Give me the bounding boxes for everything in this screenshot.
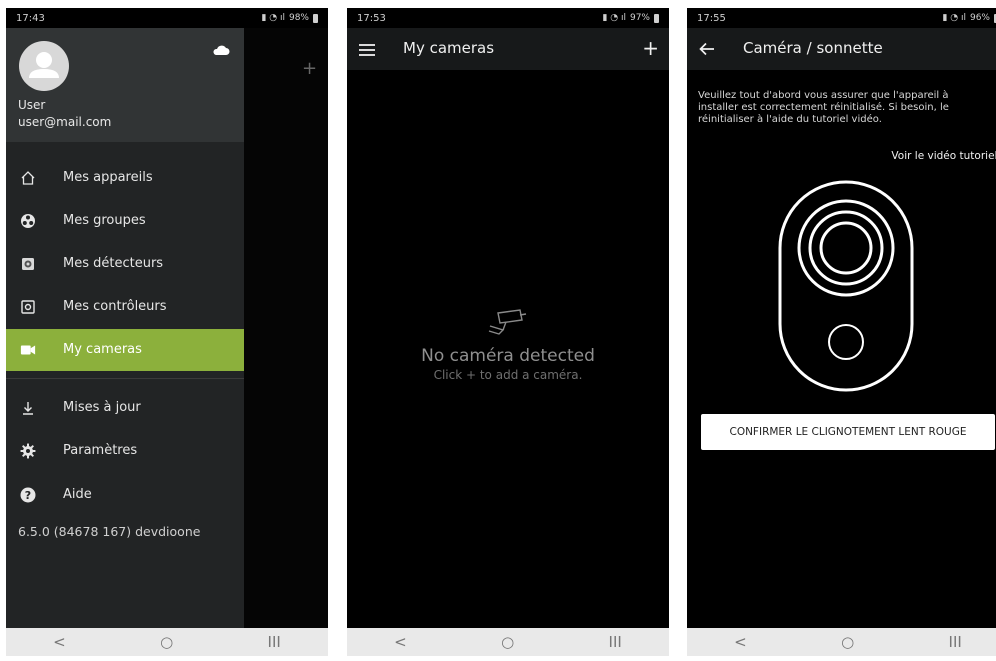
reset-instructions: Veuillez tout d'abord vous assurer que l… (698, 90, 949, 125)
signal-icon: ▮ ◔ ıl (602, 13, 626, 23)
android-nav-bar: < ○ III (6, 628, 328, 656)
app-bar: My cameras + (347, 28, 669, 70)
status-icons: ▮ ◔ ıl 97% (602, 13, 659, 23)
status-icons: ▮ ◔ ıl 98% (261, 13, 318, 23)
battery-icon (654, 13, 659, 23)
nav-home-button[interactable]: ○ (160, 633, 173, 651)
nav-back-button[interactable]: < (394, 633, 407, 651)
menu-item-label: Mes appareils (63, 170, 153, 185)
download-icon (20, 400, 36, 416)
empty-state: No caméra detected Click + to add a camé… (347, 308, 669, 382)
status-bar: 17:53 ▮ ◔ ıl 97% (347, 8, 669, 28)
status-time: 17:55 (697, 12, 726, 24)
battery-level: 96% (969, 13, 990, 23)
menu-item-label: Paramètres (63, 443, 138, 458)
home-icon (20, 170, 36, 186)
back-arrow-icon[interactable] (699, 41, 715, 60)
setup-content: Veuillez tout d'abord vous assurer que l… (687, 70, 996, 628)
menu-item-mises-a-jour[interactable]: Mises à jour (6, 387, 244, 429)
hamburger-menu-icon[interactable] (359, 42, 375, 61)
nav-recents-button[interactable]: III (609, 633, 622, 651)
app-version: 6.5.0 (84678 167) devdioone (18, 524, 201, 539)
signal-icon: ▮ ◔ ıl (942, 13, 966, 23)
menu-item-mes-groupes[interactable]: Mes groupes (6, 200, 244, 242)
nav-home-button[interactable]: ○ (501, 633, 514, 651)
camera-icon (20, 342, 36, 358)
add-camera-button[interactable]: + (642, 36, 659, 60)
cctv-camera-icon (488, 309, 527, 335)
menu-item-mes-controleurs[interactable]: Mes contrôleurs (6, 286, 244, 328)
video-tutorial-label: Voir le vidéo tutoriel (891, 150, 996, 162)
gear-icon (20, 443, 36, 459)
battery-level: 98% (288, 13, 309, 23)
nav-back-button[interactable]: < (734, 633, 747, 651)
nav-back-button[interactable]: < (53, 633, 66, 651)
menu-item-aide[interactable]: ? Aide (6, 474, 244, 516)
menu-divider (6, 378, 244, 379)
phone-screen-menu: 17:43 ▮ ◔ ıl 98% + User user@mail.com Me… (6, 8, 328, 656)
avatar[interactable] (19, 41, 69, 91)
menu-item-label: Aide (63, 487, 92, 502)
empty-state-title: No caméra detected (421, 346, 595, 366)
android-nav-bar: < ○ III (347, 628, 669, 656)
battery-level: 97% (629, 13, 650, 23)
status-bar: 17:43 ▮ ◔ ıl 98% (6, 8, 328, 28)
page-title: My cameras (403, 39, 495, 57)
menu-item-my-cameras[interactable]: My cameras (6, 329, 244, 371)
groups-icon (20, 213, 36, 229)
menu-item-label: Mes groupes (63, 213, 146, 228)
doorbell-illustration (778, 180, 914, 392)
nav-recents-button[interactable]: III (949, 633, 962, 651)
menu-item-label: My cameras (63, 342, 142, 357)
user-icon (29, 52, 59, 78)
page-title: Caméra / sonnette (743, 39, 883, 57)
user-email: user@mail.com (18, 115, 112, 129)
cloud-icon[interactable] (212, 44, 230, 56)
phone-screen-doorbell-setup: 17:55 ▮ ◔ ıl 96% Caméra / sonnette Veuil… (687, 8, 996, 656)
confirm-slow-red-blink-button[interactable]: CONFIRMER LE CLIGNOTEMENT LENT ROUGE (701, 414, 995, 450)
android-nav-bar: < ○ III (687, 628, 996, 656)
video-tutorial-link[interactable]: Voir le vidéo tutoriel › (891, 150, 996, 162)
user-name: User (18, 98, 46, 112)
detector-icon (20, 256, 36, 272)
phone-screen-cameras: 17:53 ▮ ◔ ıl 97% My cameras + No caméra … (347, 8, 669, 656)
battery-icon (313, 13, 318, 23)
controller-icon (20, 299, 36, 315)
add-icon: + (302, 58, 318, 79)
menu-item-parametres[interactable]: Paramètres (6, 430, 244, 472)
menu-item-mes-detecteurs[interactable]: Mes détecteurs (6, 243, 244, 285)
menu-item-label: Mises à jour (63, 400, 141, 415)
app-bar: Caméra / sonnette (687, 28, 996, 70)
menu-item-mes-appareils[interactable]: Mes appareils (6, 157, 244, 199)
nav-recents-button[interactable]: III (268, 633, 281, 651)
status-icons: ▮ ◔ ıl 96% (942, 13, 996, 23)
svg-text:?: ? (25, 489, 31, 502)
empty-state-subtitle: Click + to add a caméra. (433, 368, 583, 382)
help-icon: ? (20, 487, 36, 503)
status-bar: 17:55 ▮ ◔ ıl 96% (687, 8, 996, 28)
nav-home-button[interactable]: ○ (841, 633, 854, 651)
menu-item-label: Mes détecteurs (63, 256, 164, 271)
status-time: 17:53 (357, 12, 386, 24)
signal-icon: ▮ ◔ ıl (261, 13, 285, 23)
drawer-header: User user@mail.com (6, 28, 244, 142)
status-time: 17:43 (16, 12, 45, 24)
navigation-drawer: User user@mail.com Mes appareils Mes gro… (6, 28, 244, 628)
menu-item-label: Mes contrôleurs (63, 299, 167, 314)
